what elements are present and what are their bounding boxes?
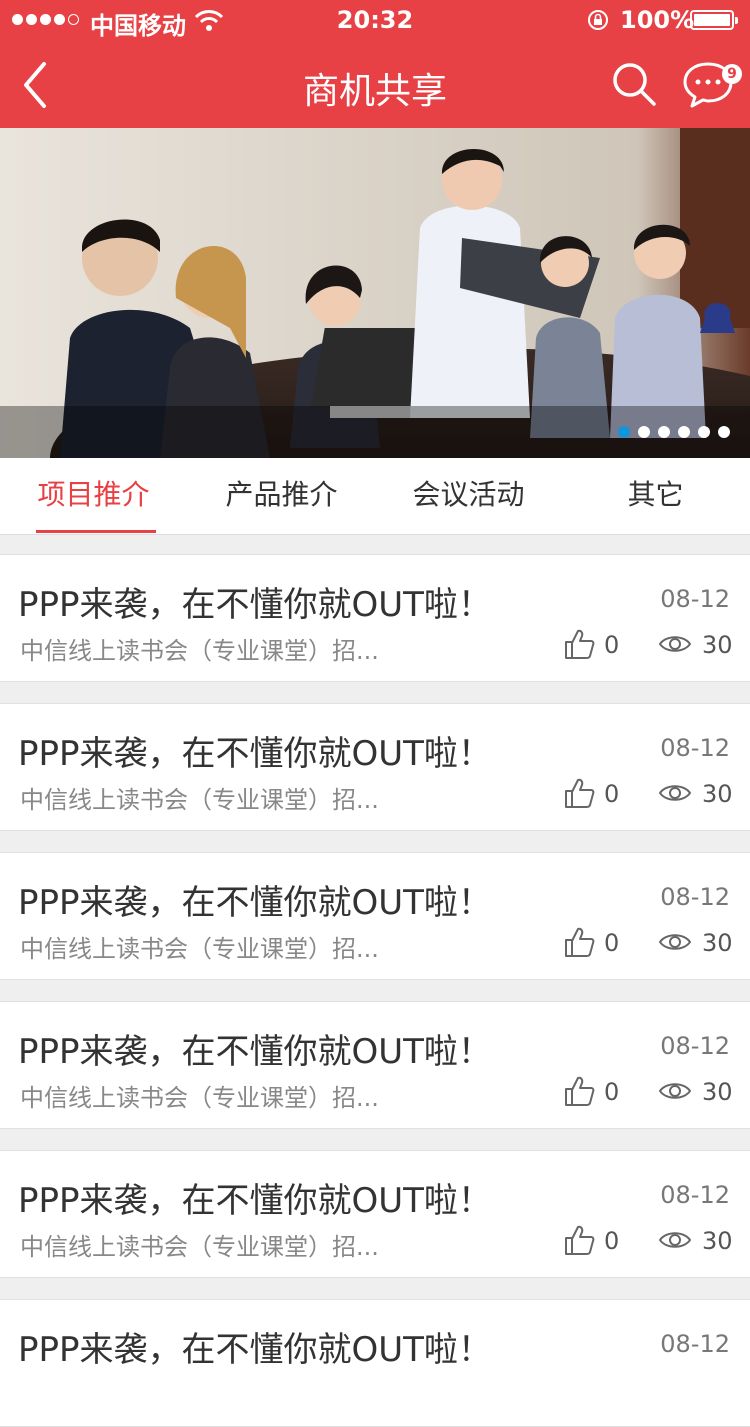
item-title: PPP来袭，在不懂你就OUT啦！ (18, 883, 492, 923)
carousel-indicator (618, 426, 730, 438)
top-bar: 中国移动 20:32 100% 商机共享 9 (0, 0, 750, 128)
eye-icon (658, 785, 692, 801)
carousel-dot[interactable] (638, 426, 650, 438)
rotation-lock-icon (588, 10, 608, 30)
list-item[interactable]: PPP来袭，在不懂你就OUT啦！ 08-12 (0, 1299, 750, 1427)
tab-project[interactable]: 项目推介 (0, 458, 187, 534)
item-title: PPP来袭，在不懂你就OUT啦！ (18, 1032, 492, 1072)
like-count: 0 (604, 780, 620, 808)
active-tab-indicator (36, 530, 156, 533)
list-item[interactable]: PPP来袭，在不懂你就OUT啦！ 08-12 中信线上读书会（专业课堂）招...… (0, 703, 750, 831)
carousel-dot[interactable] (618, 426, 630, 438)
tab-product[interactable]: 产品推介 (188, 458, 375, 534)
search-icon[interactable] (610, 60, 658, 108)
view-count: 30 (702, 1227, 733, 1255)
list-item[interactable]: PPP来袭，在不懂你就OUT啦！ 08-12 中信线上读书会（专业课堂）招...… (0, 554, 750, 682)
item-summary: 中信线上读书会（专业课堂）招... (20, 786, 379, 814)
item-summary: 中信线上读书会（专业课堂）招... (20, 1233, 379, 1261)
item-title: PPP来袭，在不懂你就OUT啦！ (18, 1330, 492, 1370)
like-count: 0 (604, 1227, 620, 1255)
battery-percent: 100% (620, 6, 695, 34)
view-count: 30 (702, 631, 733, 659)
item-date: 08-12 (660, 1330, 730, 1358)
item-title: PPP来袭，在不懂你就OUT啦！ (18, 1181, 492, 1221)
like-count: 0 (604, 929, 620, 957)
carousel-dot[interactable] (658, 426, 670, 438)
item-date: 08-12 (660, 734, 730, 762)
item-date: 08-12 (660, 1032, 730, 1060)
thumbs-up-icon[interactable] (562, 627, 596, 661)
carousel-dot[interactable] (678, 426, 690, 438)
item-date: 08-12 (660, 585, 730, 613)
like-count: 0 (604, 631, 620, 659)
eye-icon (658, 1083, 692, 1099)
eye-icon (658, 1232, 692, 1248)
thumbs-up-icon[interactable] (562, 1074, 596, 1108)
eye-icon (658, 636, 692, 652)
item-title: PPP来袭，在不懂你就OUT啦！ (18, 585, 492, 625)
view-count: 30 (702, 929, 733, 957)
item-summary: 中信线上读书会（专业课堂）招... (20, 1084, 379, 1112)
thumbs-up-icon[interactable] (562, 1223, 596, 1257)
item-summary: 中信线上读书会（专业课堂）招... (20, 935, 379, 963)
item-title: PPP来袭，在不懂你就OUT啦！ (18, 734, 492, 774)
thumbs-up-icon[interactable] (562, 925, 596, 959)
view-count: 30 (702, 1078, 733, 1106)
item-date: 08-12 (660, 1181, 730, 1209)
like-count: 0 (604, 1078, 620, 1106)
status-bar: 中国移动 20:32 100% (0, 0, 750, 40)
thumbs-up-icon[interactable] (562, 776, 596, 810)
banner-carousel[interactable] (0, 128, 750, 458)
list-item[interactable]: PPP来袭，在不懂你就OUT啦！ 08-12 中信线上读书会（专业课堂）招...… (0, 852, 750, 980)
message-badge: 9 (722, 64, 742, 84)
tab-other[interactable]: 其它 (562, 458, 749, 534)
category-tabs: 项目推介 产品推介 会议活动 其它 (0, 458, 750, 535)
item-summary: 中信线上读书会（专业课堂）招... (20, 637, 379, 665)
eye-icon (658, 934, 692, 950)
carousel-dot[interactable] (718, 426, 730, 438)
carousel-dot[interactable] (698, 426, 710, 438)
view-count: 30 (702, 780, 733, 808)
battery-icon (690, 10, 738, 30)
list-item[interactable]: PPP来袭，在不懂你就OUT啦！ 08-12 中信线上读书会（专业课堂）招...… (0, 1150, 750, 1278)
tab-meeting[interactable]: 会议活动 (375, 458, 562, 534)
banner-image (0, 128, 750, 458)
item-date: 08-12 (660, 883, 730, 911)
list-item[interactable]: PPP来袭，在不懂你就OUT啦！ 08-12 中信线上读书会（专业课堂）招...… (0, 1001, 750, 1129)
